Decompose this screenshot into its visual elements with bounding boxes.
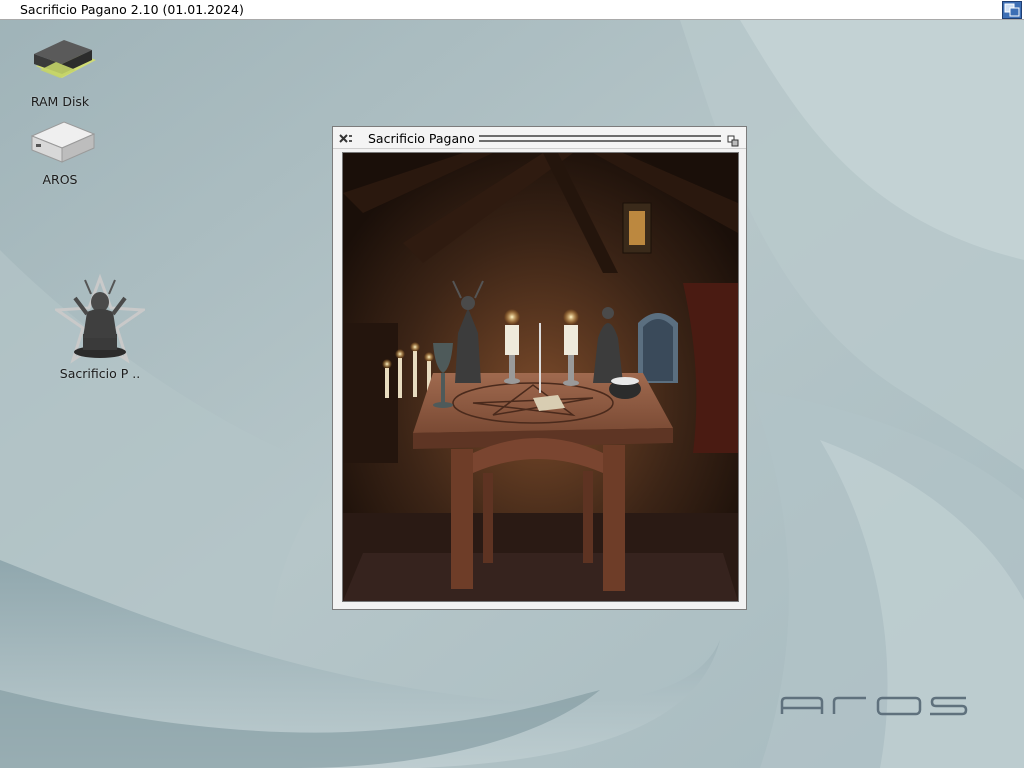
- desktop-icon-ram-disk[interactable]: RAM Disk: [10, 32, 110, 109]
- ram-disk-icon: [20, 32, 100, 92]
- ritual-altar-scene: [342, 152, 739, 602]
- desktop-icon-label: Sacrificio P ..: [59, 366, 141, 381]
- sacrificio-window[interactable]: Sacrificio Pagano: [332, 126, 747, 610]
- window-drag-bar[interactable]: [479, 135, 721, 142]
- desktop-icon-sacrificio[interactable]: Sacrificio P ..: [50, 272, 150, 381]
- pagan-statue-icon: [52, 272, 148, 364]
- close-icon[interactable]: [338, 131, 354, 145]
- drive-icon: [20, 116, 100, 170]
- screen-depth-icon[interactable]: [1002, 1, 1022, 19]
- desktop-icon-aros[interactable]: AROS: [10, 116, 110, 187]
- aros-logo: [780, 696, 968, 716]
- screen-title: Sacrificio Pagano 2.10 (01.01.2024): [20, 2, 244, 17]
- window-title: Sacrificio Pagano: [368, 131, 475, 146]
- screen-title-bar[interactable]: Sacrificio Pagano 2.10 (01.01.2024): [0, 0, 1024, 20]
- desktop[interactable]: Sacrificio Pagano 2.10 (01.01.2024) RAM …: [0, 0, 1024, 768]
- desktop-icon-label: AROS: [42, 172, 78, 187]
- depth-icon[interactable]: [727, 132, 739, 147]
- desktop-icon-label: RAM Disk: [30, 94, 90, 109]
- window-title-bar[interactable]: Sacrificio Pagano: [333, 127, 746, 149]
